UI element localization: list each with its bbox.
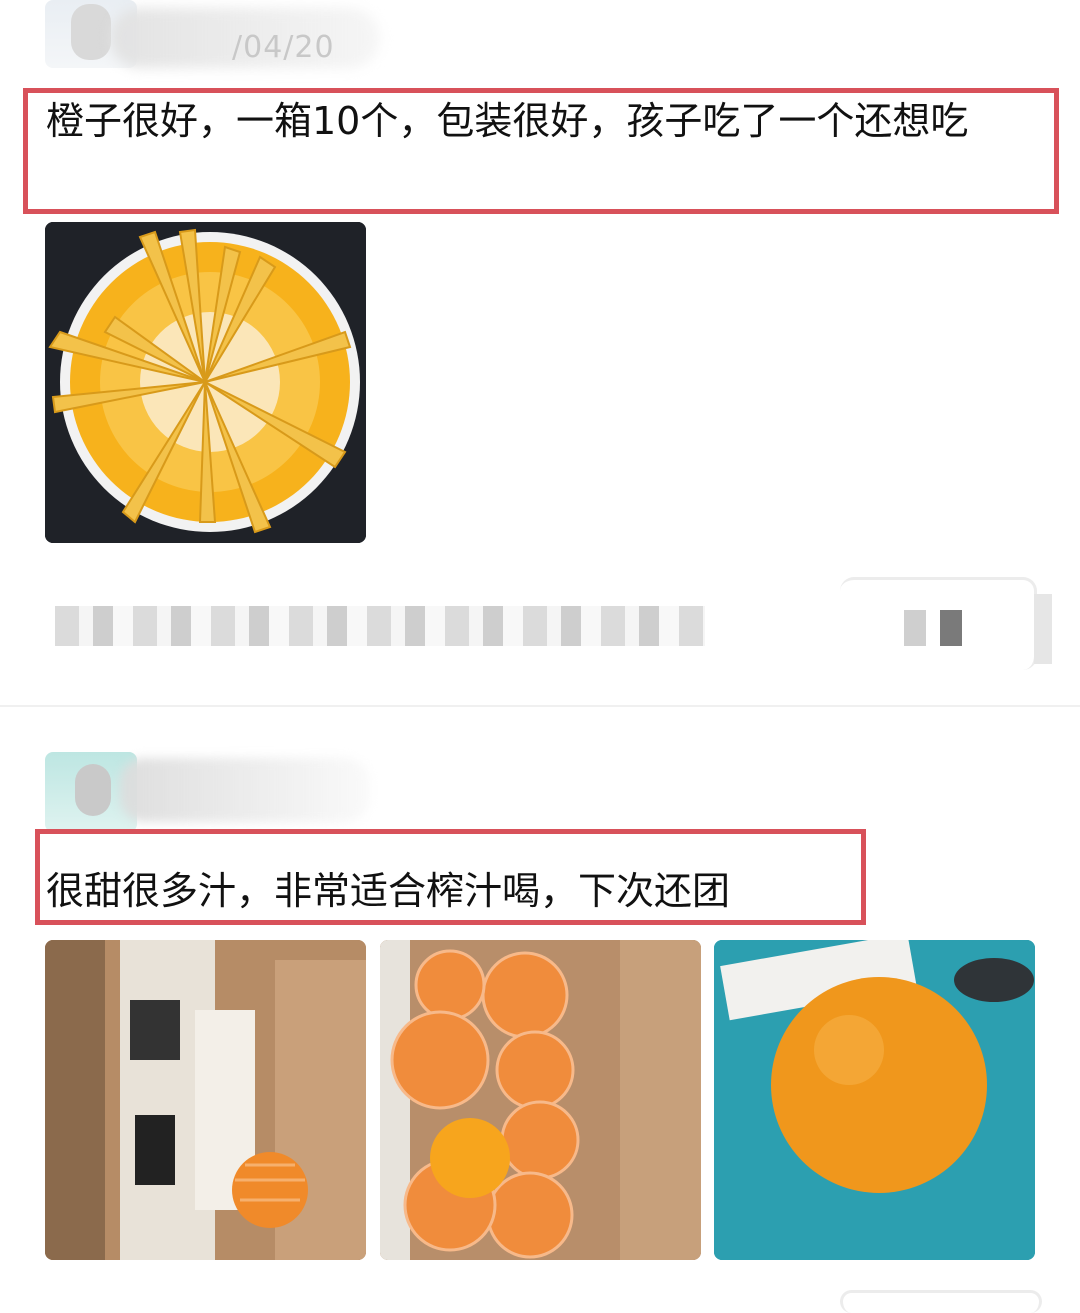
review-date: /04/20 bbox=[232, 30, 335, 65]
orange-peel-on-plate-icon bbox=[45, 222, 366, 543]
review-text: 很甜很多汁，非常适合榨汁喝，下次还团 bbox=[46, 869, 731, 913]
oranges-in-foam-nets-icon bbox=[380, 940, 701, 1260]
reviewer-name-blurred bbox=[120, 758, 370, 822]
single-orange-icon bbox=[714, 940, 1035, 1260]
review-photo-orange-peel[interactable] bbox=[45, 222, 366, 543]
reply-button-outline[interactable] bbox=[840, 1290, 1042, 1313]
orange-in-carton-icon bbox=[45, 940, 366, 1260]
scroll-edge bbox=[1034, 594, 1052, 664]
avatar-silhouette bbox=[71, 4, 111, 60]
avatar-silhouette bbox=[75, 764, 111, 816]
review-photo-netted-oranges[interactable] bbox=[380, 940, 701, 1260]
review-photo-single-orange[interactable] bbox=[714, 940, 1035, 1260]
blurred-reply-text bbox=[55, 606, 705, 646]
review-photo-carton[interactable] bbox=[45, 940, 366, 1260]
review-text: 橙子很好，一箱10个，包装很好，孩子吃了一个还想吃 bbox=[46, 99, 969, 143]
blurred-reply-meta bbox=[904, 610, 962, 646]
review-divider bbox=[0, 705, 1080, 707]
